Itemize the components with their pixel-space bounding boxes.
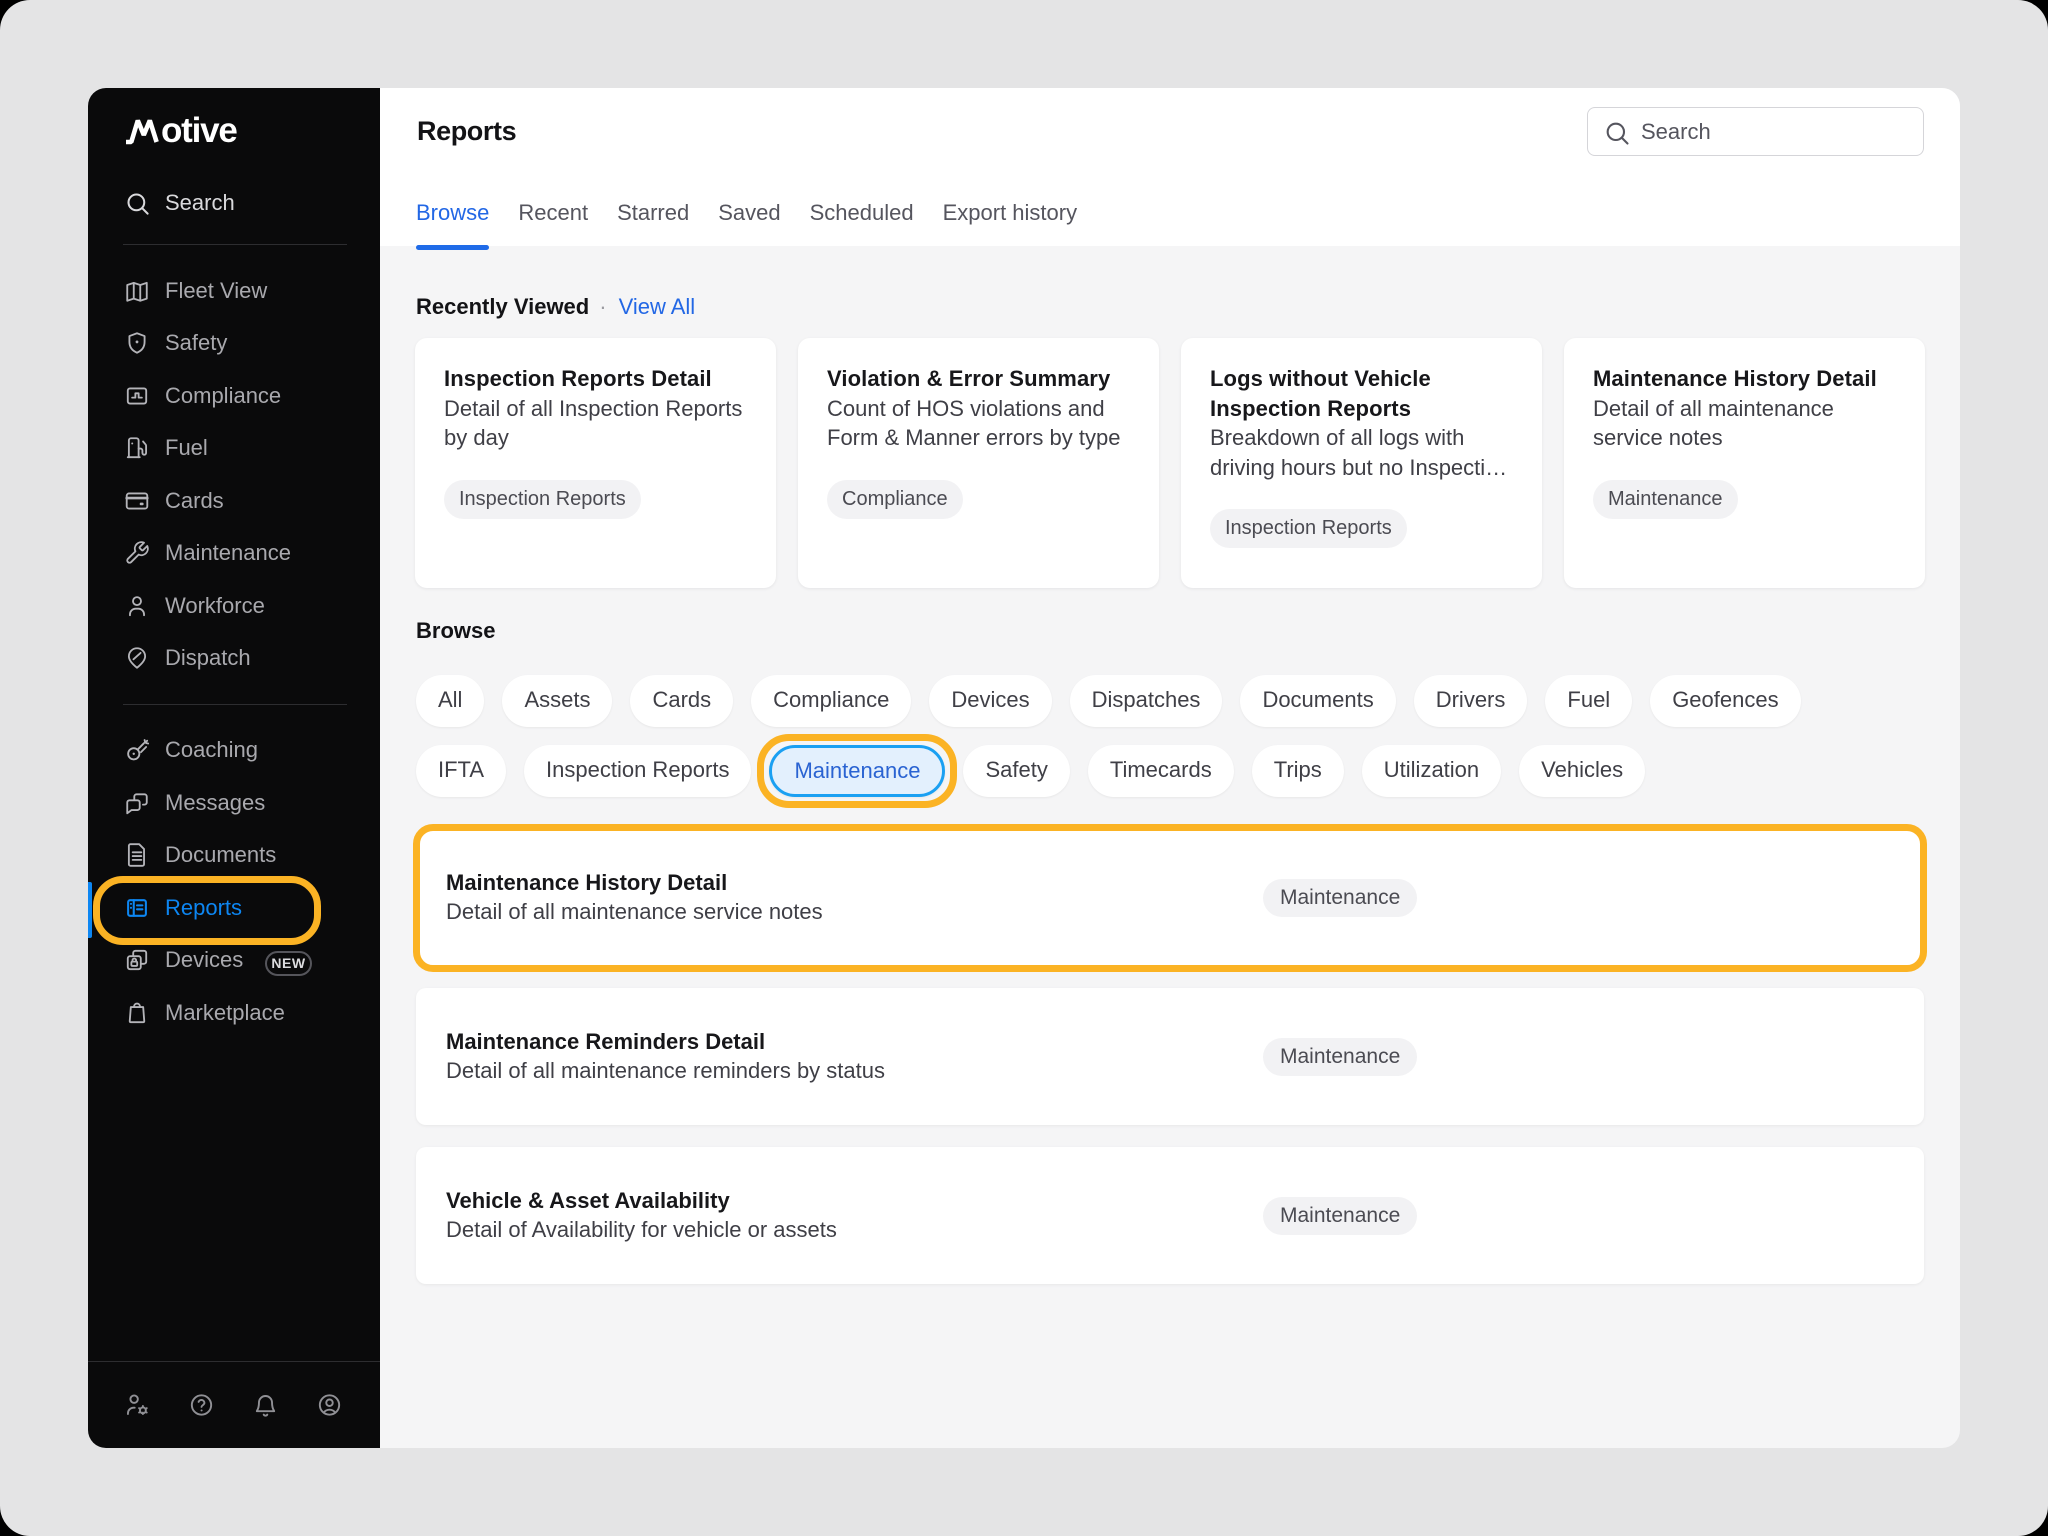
svg-text:otive: otive: [161, 113, 237, 147]
